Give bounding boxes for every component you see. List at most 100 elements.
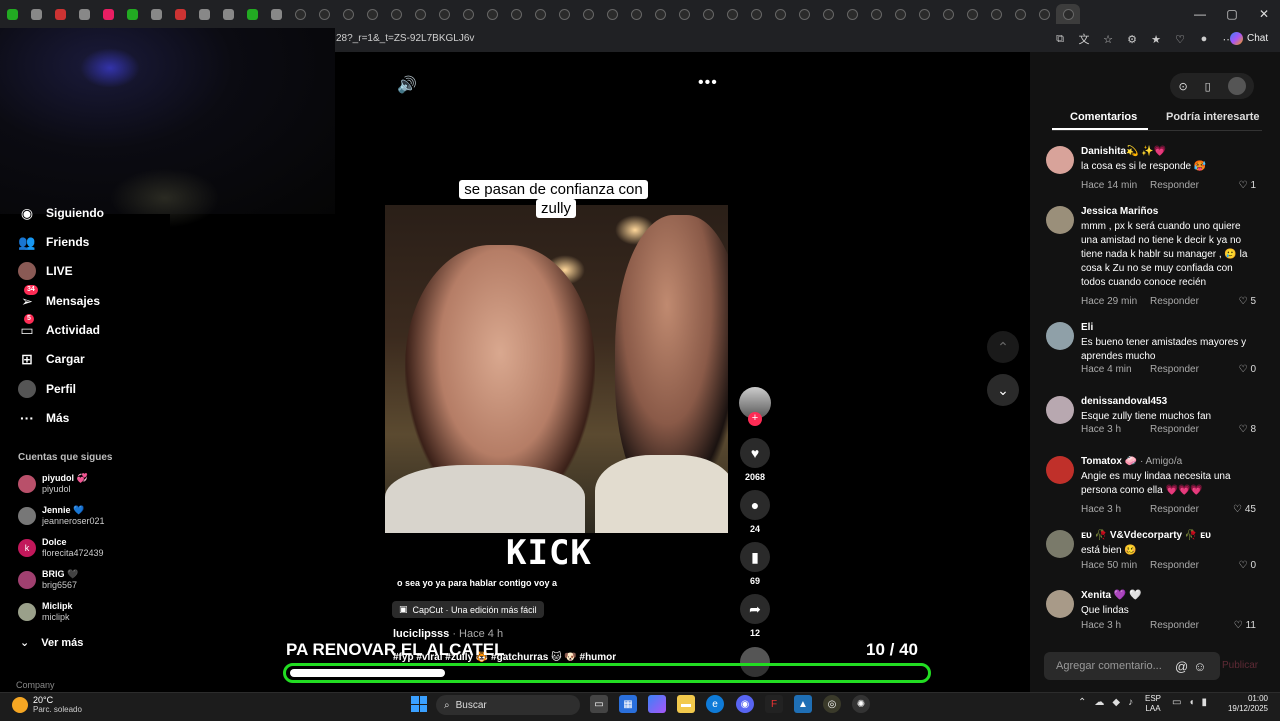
browser-tab[interactable] bbox=[576, 4, 600, 24]
favorites-icon[interactable]: ★ bbox=[1146, 30, 1166, 48]
comment-like-button[interactable]: ♡ 1 bbox=[1238, 180, 1256, 191]
browser-tab[interactable] bbox=[384, 4, 408, 24]
sidebar-item-live[interactable]: LIVE bbox=[18, 262, 73, 280]
app-f-icon[interactable]: F bbox=[765, 695, 783, 713]
commenter-avatar[interactable] bbox=[1046, 206, 1074, 234]
reply-button[interactable]: Responder bbox=[1150, 560, 1199, 571]
comment-like-button[interactable]: ♡ 11 bbox=[1234, 620, 1256, 631]
sidebar-item-upload[interactable]: ⊞ Cargar bbox=[18, 350, 85, 368]
comment-input[interactable] bbox=[1054, 659, 1170, 673]
windows-start-button[interactable] bbox=[411, 696, 427, 712]
browser-tab[interactable] bbox=[504, 4, 528, 24]
browser-tab[interactable] bbox=[984, 4, 1008, 24]
microphone-icon[interactable]: ♪ bbox=[1128, 697, 1133, 708]
commenter-name[interactable]: Xenita 💜 🤍 bbox=[1081, 590, 1141, 601]
task-view-icon[interactable]: ▭ bbox=[590, 695, 608, 713]
volume-icon[interactable]: 🔊 bbox=[397, 75, 417, 95]
user-avatar[interactable] bbox=[1227, 77, 1246, 95]
volume-tray-icon[interactable]: ◖ bbox=[1188, 697, 1194, 708]
browser-tab[interactable] bbox=[168, 4, 192, 24]
browser-tab[interactable] bbox=[72, 4, 96, 24]
coin-icon[interactable]: ⊙ bbox=[1178, 80, 1187, 93]
browser-tab[interactable] bbox=[912, 4, 936, 24]
browser-tab[interactable] bbox=[768, 4, 792, 24]
browser-tab[interactable] bbox=[1056, 4, 1080, 24]
translate-icon[interactable]: 文 bbox=[1074, 30, 1094, 48]
reply-button[interactable]: Responder bbox=[1150, 424, 1199, 435]
network-icon[interactable]: ▭ bbox=[1172, 697, 1181, 708]
commenter-name[interactable]: ᴇᴜ 🥀 V&Vdecorparty 🥀 ᴇᴜ bbox=[1081, 530, 1211, 541]
comment-like-button[interactable]: ♡ 8 bbox=[1238, 424, 1256, 435]
commenter-avatar[interactable] bbox=[1046, 396, 1074, 424]
browser-tab[interactable] bbox=[240, 4, 264, 24]
open-in-app-icon[interactable]: ⧉ bbox=[1050, 30, 1070, 48]
video-more-icon[interactable]: ••• bbox=[698, 74, 718, 92]
battery-icon[interactable]: ▮ bbox=[1202, 697, 1208, 708]
following-account[interactable]: piyudol 💞 piyudol bbox=[18, 473, 88, 495]
comment-like-button[interactable]: ♡ 0 bbox=[1238, 364, 1256, 375]
capcut-badge[interactable]: ▣ CapCut · Una edición más fácil bbox=[392, 601, 544, 618]
commenter-name[interactable]: Danishita💫 ✨💗 bbox=[1081, 146, 1166, 157]
video-author[interactable]: luciclipsss · Hace 4 h bbox=[393, 628, 503, 640]
browser-tab[interactable] bbox=[792, 4, 816, 24]
reply-button[interactable]: Responder bbox=[1150, 180, 1199, 191]
browser-tab[interactable] bbox=[96, 4, 120, 24]
comment-like-button[interactable]: ♡ 5 bbox=[1238, 296, 1256, 307]
sidebar-item-following[interactable]: ◉ Siguiendo bbox=[18, 204, 104, 222]
mention-icon[interactable]: @ bbox=[1175, 659, 1188, 674]
commenter-name[interactable]: denissandoval453 bbox=[1081, 396, 1167, 407]
browser-tab[interactable] bbox=[888, 4, 912, 24]
app-tray-icon[interactable]: ◆ bbox=[1112, 697, 1120, 708]
copilot-chat-button[interactable]: Chat bbox=[1230, 32, 1268, 45]
browser-tab[interactable] bbox=[360, 4, 384, 24]
profile-avatar-icon[interactable]: ● bbox=[1194, 30, 1214, 48]
app-yellow-icon[interactable]: ◎ bbox=[823, 695, 841, 713]
browser-tab[interactable] bbox=[744, 4, 768, 24]
publish-button[interactable]: Publicar bbox=[1222, 660, 1258, 671]
taskbar-search[interactable]: ⌕ Buscar bbox=[436, 695, 580, 715]
sidebar-item-more[interactable]: ··· Más bbox=[18, 409, 69, 427]
browser-tab[interactable] bbox=[456, 4, 480, 24]
reply-button[interactable]: Responder bbox=[1150, 364, 1199, 375]
store-icon[interactable]: ▦ bbox=[619, 695, 637, 713]
browser-tab[interactable] bbox=[312, 4, 336, 24]
share-button[interactable]: ➦ 12 bbox=[738, 594, 772, 638]
browser-tab[interactable] bbox=[816, 4, 840, 24]
browser-tab[interactable] bbox=[432, 4, 456, 24]
file-explorer-icon[interactable]: ▬ bbox=[677, 695, 695, 713]
device-icon[interactable]: ▯ bbox=[1205, 80, 1211, 93]
edge-browser-icon[interactable]: e bbox=[706, 695, 724, 713]
close-button[interactable]: ✕ bbox=[1248, 0, 1280, 28]
discord-icon[interactable]: ◉ bbox=[736, 695, 754, 713]
browser-tab[interactable] bbox=[672, 4, 696, 24]
commenter-avatar[interactable] bbox=[1046, 456, 1074, 484]
browser-tab[interactable] bbox=[144, 4, 168, 24]
follow-plus-icon[interactable]: + bbox=[748, 412, 762, 426]
weather-widget[interactable]: 20°C Parc. soleado bbox=[12, 695, 82, 715]
browser-tab[interactable] bbox=[24, 4, 48, 24]
commenter-avatar[interactable] bbox=[1046, 322, 1074, 350]
browser-tab[interactable] bbox=[408, 4, 432, 24]
browser-tab[interactable] bbox=[600, 4, 624, 24]
favorite-star-icon[interactable]: ☆ bbox=[1098, 30, 1118, 48]
commenter-name[interactable]: Tomatox 🧼 · Amigo/a bbox=[1081, 456, 1182, 467]
browser-tab[interactable] bbox=[1008, 4, 1032, 24]
reply-button[interactable]: Responder bbox=[1150, 620, 1199, 631]
comment-input-box[interactable]: @ ☺ bbox=[1044, 652, 1220, 680]
next-video-button[interactable]: ⌄ bbox=[987, 374, 1019, 406]
emoji-icon[interactable]: ☺ bbox=[1193, 659, 1206, 674]
app-blue-icon[interactable]: ▲ bbox=[794, 695, 812, 713]
previous-video-button[interactable]: ⌃ bbox=[987, 331, 1019, 363]
company-link[interactable]: Company bbox=[16, 680, 55, 690]
commenter-name[interactable]: Eli bbox=[1081, 322, 1093, 333]
comment-like-button[interactable]: ♡ 45 bbox=[1233, 504, 1256, 515]
see-more-button[interactable]: ⌄ Ver más bbox=[20, 636, 83, 650]
browser-tab[interactable] bbox=[648, 4, 672, 24]
browser-tab[interactable] bbox=[288, 4, 312, 24]
clock[interactable]: 01:00 19/12/2025 bbox=[1226, 694, 1268, 714]
commenter-name[interactable]: Jessica Mariños bbox=[1081, 206, 1158, 217]
shield-icon[interactable]: ♡ bbox=[1170, 30, 1190, 48]
browser-tab[interactable] bbox=[264, 4, 288, 24]
chevron-up-icon[interactable]: ⌃ bbox=[1078, 697, 1086, 708]
following-account[interactable]: k Dolce florecita472439 bbox=[18, 537, 104, 559]
